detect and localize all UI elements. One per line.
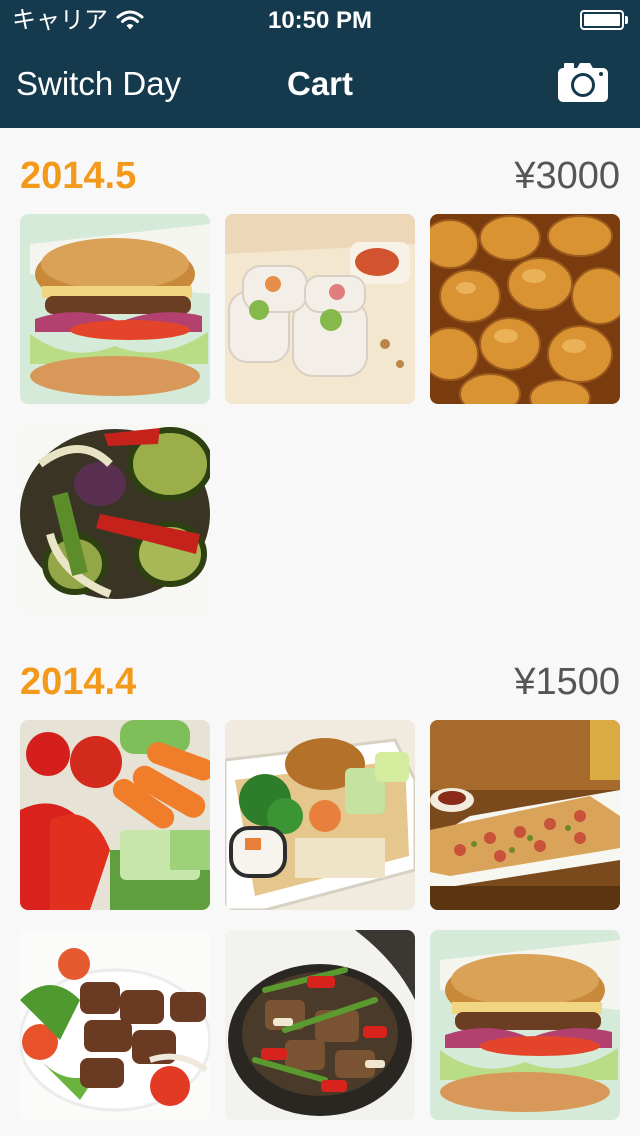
status-time: 10:50 PM <box>267 7 373 34</box>
status-bar: キャリア 10:50 PM <box>0 0 640 40</box>
section-header: 2014.5 ¥3000 <box>0 148 640 208</box>
page-title: Cart <box>286 65 354 102</box>
battery-tip <box>625 16 628 24</box>
beef-salad-photo[interactable] <box>20 930 210 1120</box>
bento-photo[interactable] <box>225 720 415 910</box>
flatbread-pizza-photo[interactable] <box>430 720 620 910</box>
camera-icon[interactable] <box>556 60 610 104</box>
cart-list: 2014.5 ¥3000 2014.4 ¥1500 <box>0 128 640 1136</box>
burger-photo[interactable] <box>20 214 210 404</box>
bread-rolls-photo[interactable] <box>430 214 620 404</box>
stir-fry-pan-photo[interactable] <box>225 930 415 1120</box>
section-date: 2014.5 <box>20 155 137 197</box>
switch-day-button[interactable]: Switch Day <box>16 64 181 104</box>
grilled-vegetables-photo[interactable] <box>20 424 210 614</box>
navigation-bar: キャリア 10:50 PM Switch Day Cart <box>0 0 640 128</box>
section-total: ¥1500 <box>514 661 620 703</box>
battery-icon <box>580 10 624 30</box>
burger-photo[interactable] <box>430 930 620 1120</box>
raw-vegetables-photo[interactable] <box>20 720 210 910</box>
section-header: 2014.4 ¥1500 <box>0 654 640 714</box>
section-date: 2014.4 <box>20 661 137 703</box>
section-total: ¥3000 <box>514 155 620 197</box>
spring-rolls-photo[interactable] <box>225 214 415 404</box>
